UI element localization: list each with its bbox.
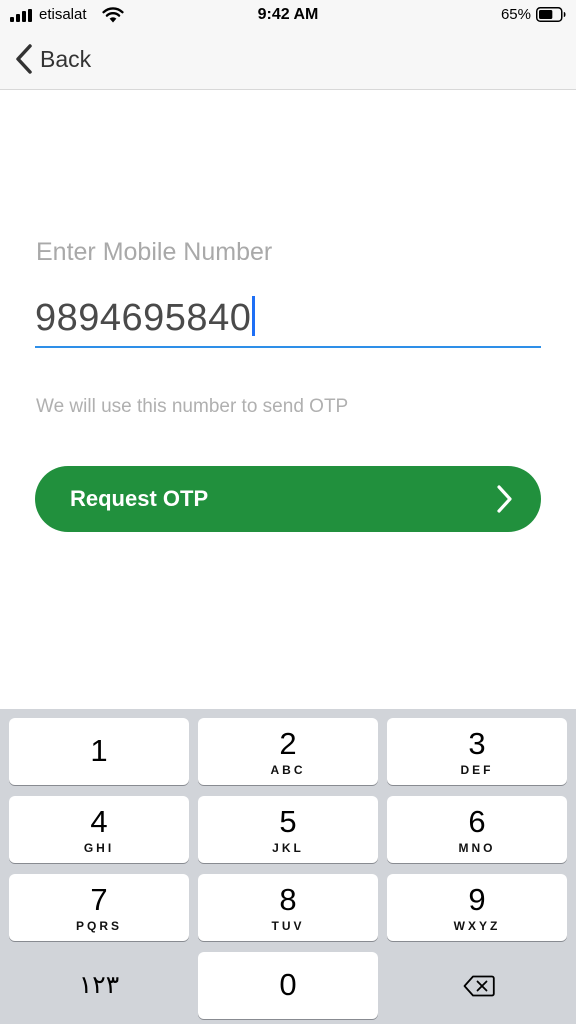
- key-letters: ABC: [270, 763, 306, 777]
- key-letters: DEF: [460, 763, 494, 777]
- back-button[interactable]: Back: [14, 40, 91, 78]
- mobile-number-label: Enter Mobile Number: [36, 238, 273, 266]
- key-digit: 7: [90, 882, 108, 917]
- navigation-bar: Back: [0, 30, 576, 90]
- key-digit: 0: [279, 967, 297, 1002]
- key-3[interactable]: 3 DEF: [387, 718, 567, 785]
- request-otp-label: Request OTP: [70, 486, 209, 511]
- numeric-keypad: 1 2 ABC 3 DEF 4 GHI 5 JKL 6 MNO 7 PQRS 8…: [0, 709, 576, 1024]
- key-7[interactable]: 7 PQRS: [9, 874, 189, 941]
- key-4[interactable]: 4 GHI: [9, 796, 189, 863]
- numeral-mode-switch-key[interactable]: ١٢٣: [9, 952, 189, 1019]
- backspace-icon: [463, 975, 495, 997]
- status-time: 9:42 AM: [257, 6, 319, 23]
- key-digit: 8: [279, 882, 297, 917]
- key-letters: GHI: [83, 841, 115, 855]
- key-9[interactable]: 9 WXYZ: [387, 874, 567, 941]
- key-letters: WXYZ: [453, 919, 501, 933]
- key-0[interactable]: 0: [198, 952, 378, 1019]
- key-digit: 1: [90, 733, 108, 768]
- request-otp-button[interactable]: Request OTP: [35, 466, 541, 532]
- key-letters: TUV: [271, 919, 305, 933]
- numeral-mode-label: ١٢٣: [78, 970, 120, 999]
- key-digit: 6: [468, 804, 486, 839]
- battery-icon: [536, 7, 566, 22]
- battery-percent: 65%: [500, 6, 531, 23]
- key-letters: JKL: [272, 841, 304, 855]
- chevron-left-icon: [16, 44, 32, 74]
- mobile-number-field-content: 9894695840: [35, 296, 256, 340]
- key-1[interactable]: 1: [9, 718, 189, 785]
- otp-helper-text: We will use this number to send OTP: [36, 396, 349, 417]
- key-digit: 3: [468, 726, 486, 761]
- chevron-right-icon: [497, 485, 512, 513]
- key-8[interactable]: 8 TUV: [198, 874, 378, 941]
- mobile-number-input[interactable]: 9894695840: [35, 292, 541, 348]
- key-letters: MNO: [458, 841, 496, 855]
- key-5[interactable]: 5 JKL: [198, 796, 378, 863]
- key-digit: 9: [468, 882, 486, 917]
- key-digit: 5: [279, 804, 297, 839]
- mobile-number-value: 9894695840: [35, 297, 252, 339]
- text-caret: [252, 296, 256, 336]
- backspace-key[interactable]: [387, 952, 567, 1019]
- key-digit: 2: [279, 726, 297, 761]
- status-bar: etisalat 9:42 AM 65%: [0, 0, 576, 30]
- back-label: Back: [40, 45, 92, 72]
- key-letters: PQRS: [75, 919, 122, 933]
- key-digit: 4: [90, 804, 108, 839]
- key-2[interactable]: 2 ABC: [198, 718, 378, 785]
- key-6[interactable]: 6 MNO: [387, 796, 567, 863]
